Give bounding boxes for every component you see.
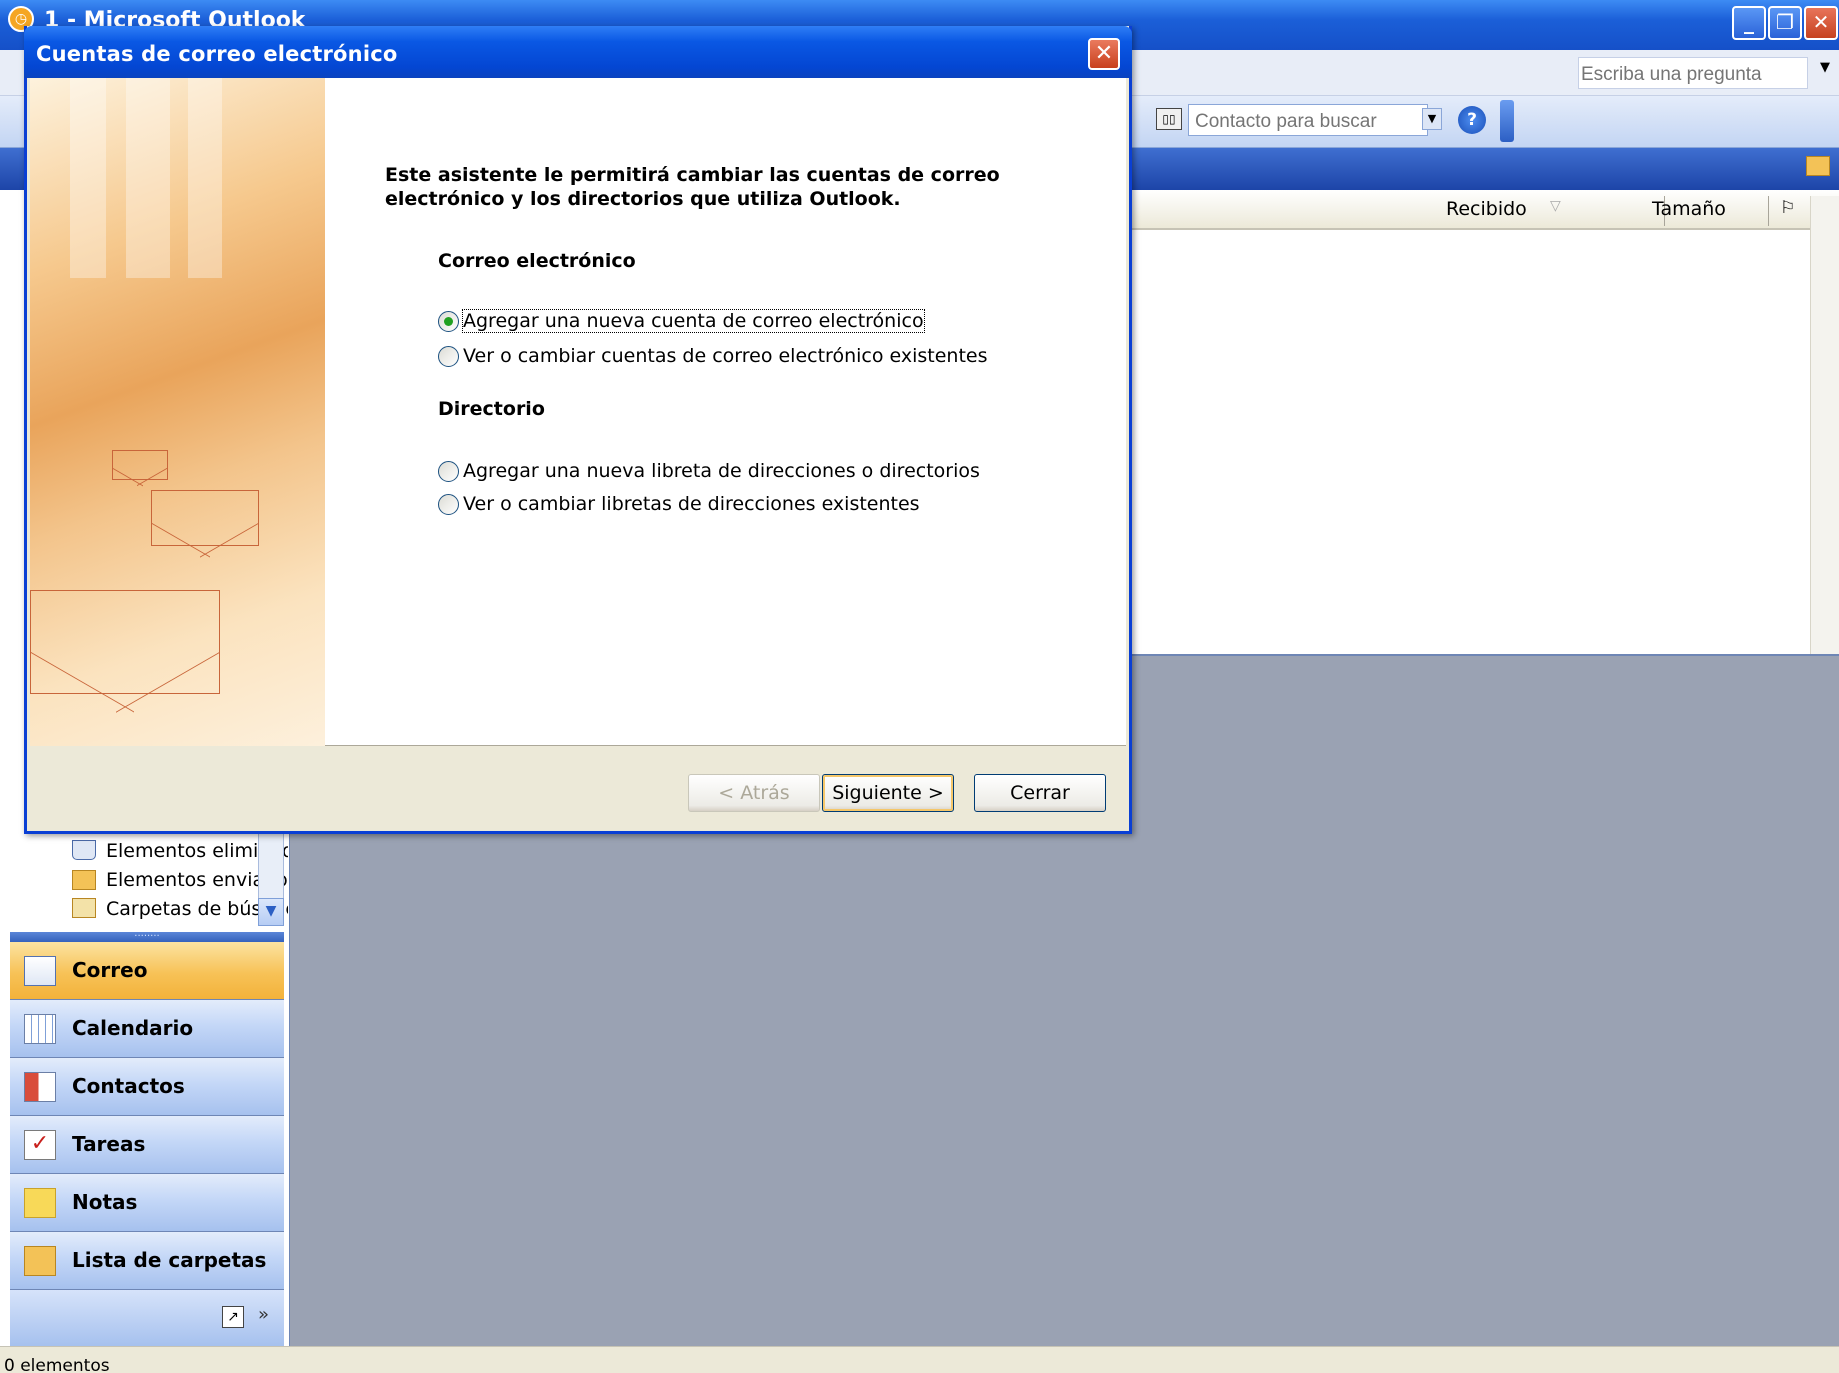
radio-button-checked[interactable]: [438, 310, 459, 332]
radio-add-address-book[interactable]: Agregar una nueva libreta de direcciones…: [438, 458, 980, 484]
status-bar: [0, 1346, 1839, 1373]
status-item-count: 0 elementos: [4, 1356, 110, 1373]
radio-label[interactable]: Ver o cambiar libretas de direcciones ex…: [463, 493, 920, 515]
minimize-icon[interactable]: _: [1732, 6, 1766, 40]
tasks-icon: ✓: [24, 1130, 56, 1160]
folder-icon: [72, 870, 96, 890]
address-book-icon[interactable]: ▯▯: [1156, 108, 1182, 130]
nav-label: Lista de carpetas: [72, 1248, 267, 1272]
directory-section-heading: Directorio: [438, 398, 545, 420]
toolbar-options-icon[interactable]: [1500, 100, 1514, 142]
column-size[interactable]: Tamaño: [1652, 198, 1726, 220]
art-stripe: [126, 78, 170, 278]
radio-button[interactable]: [438, 460, 459, 482]
contacts-icon: [24, 1072, 56, 1102]
radio-view-change-email-accounts[interactable]: Ver o cambiar cuentas de correo electrón…: [438, 343, 988, 369]
nav-label: Correo: [72, 958, 148, 982]
dialog-close-icon[interactable]: ✕: [1088, 38, 1120, 70]
ask-question-dropdown-icon[interactable]: ▼: [1820, 60, 1830, 75]
art-stripe: [70, 78, 106, 278]
radio-button[interactable]: [438, 493, 459, 515]
art-stripe: [188, 78, 222, 278]
wizard-side-art: [30, 78, 325, 746]
restore-icon[interactable]: ❐: [1768, 6, 1802, 40]
trash-icon: [72, 840, 96, 860]
next-button[interactable]: Siguiente >: [822, 774, 954, 812]
email-section-heading: Correo electrónico: [438, 250, 636, 272]
configure-buttons-icon[interactable]: »: [258, 1304, 269, 1325]
calendar-icon: [24, 1014, 56, 1044]
flag-icon[interactable]: ⚐: [1780, 198, 1795, 218]
ask-question-input[interactable]: [1578, 57, 1808, 89]
column-received[interactable]: Recibido: [1446, 198, 1527, 220]
app-close-icon[interactable]: ✕: [1804, 6, 1838, 40]
nav-label: Tareas: [72, 1132, 146, 1156]
dialog-title: Cuentas de correo electrónico: [36, 42, 398, 66]
folder-icon: [1806, 156, 1830, 176]
wizard-intro-text: Este asistente le permitirá cambiar las …: [385, 164, 1000, 210]
folder-list-icon: [24, 1246, 56, 1276]
nav-button-contacts[interactable]: Contactos: [10, 1058, 284, 1116]
radio-label[interactable]: Agregar una nueva libreta de direcciones…: [463, 460, 980, 482]
mail-icon: [24, 956, 56, 986]
nav-button-calendar[interactable]: Calendario: [10, 1000, 284, 1058]
nav-button-notes[interactable]: Notas: [10, 1174, 284, 1232]
shortcuts-icon[interactable]: ↗: [222, 1306, 244, 1328]
contact-search-dropdown-icon[interactable]: ▼: [1422, 108, 1442, 130]
radio-label[interactable]: Agregar una nueva cuenta de correo elect…: [462, 309, 925, 333]
radio-add-email-account[interactable]: Agregar una nueva cuenta de correo elect…: [438, 308, 925, 334]
envelope-icon: [151, 490, 259, 546]
nav-button-folder-list[interactable]: Lista de carpetas: [10, 1232, 284, 1290]
sort-arrow-icon: ▽: [1550, 198, 1561, 214]
nav-button-tasks[interactable]: ✓ Tareas: [10, 1116, 284, 1174]
column-separator[interactable]: [1768, 196, 1769, 226]
scroll-down-icon[interactable]: ▼: [258, 898, 284, 926]
back-button[interactable]: < Atrás: [688, 774, 820, 812]
radio-view-change-address-books[interactable]: Ver o cambiar libretas de direcciones ex…: [438, 491, 920, 517]
search-folder-icon: [72, 898, 96, 918]
radio-label[interactable]: Ver o cambiar cuentas de correo electrón…: [463, 345, 988, 367]
notes-icon: [24, 1188, 56, 1218]
close-button[interactable]: Cerrar: [974, 774, 1106, 812]
nav-label: Notas: [72, 1190, 138, 1214]
nav-button-mail[interactable]: Correo: [10, 942, 284, 1000]
contact-search-input[interactable]: [1188, 104, 1428, 136]
envelope-icon: [30, 590, 220, 694]
message-list-scrollbar[interactable]: [1810, 196, 1839, 654]
nav-label: Calendario: [72, 1016, 194, 1040]
nav-label: Contactos: [72, 1074, 185, 1098]
help-icon[interactable]: ?: [1458, 106, 1486, 134]
envelope-icon: [112, 450, 168, 480]
radio-button[interactable]: [438, 345, 459, 367]
